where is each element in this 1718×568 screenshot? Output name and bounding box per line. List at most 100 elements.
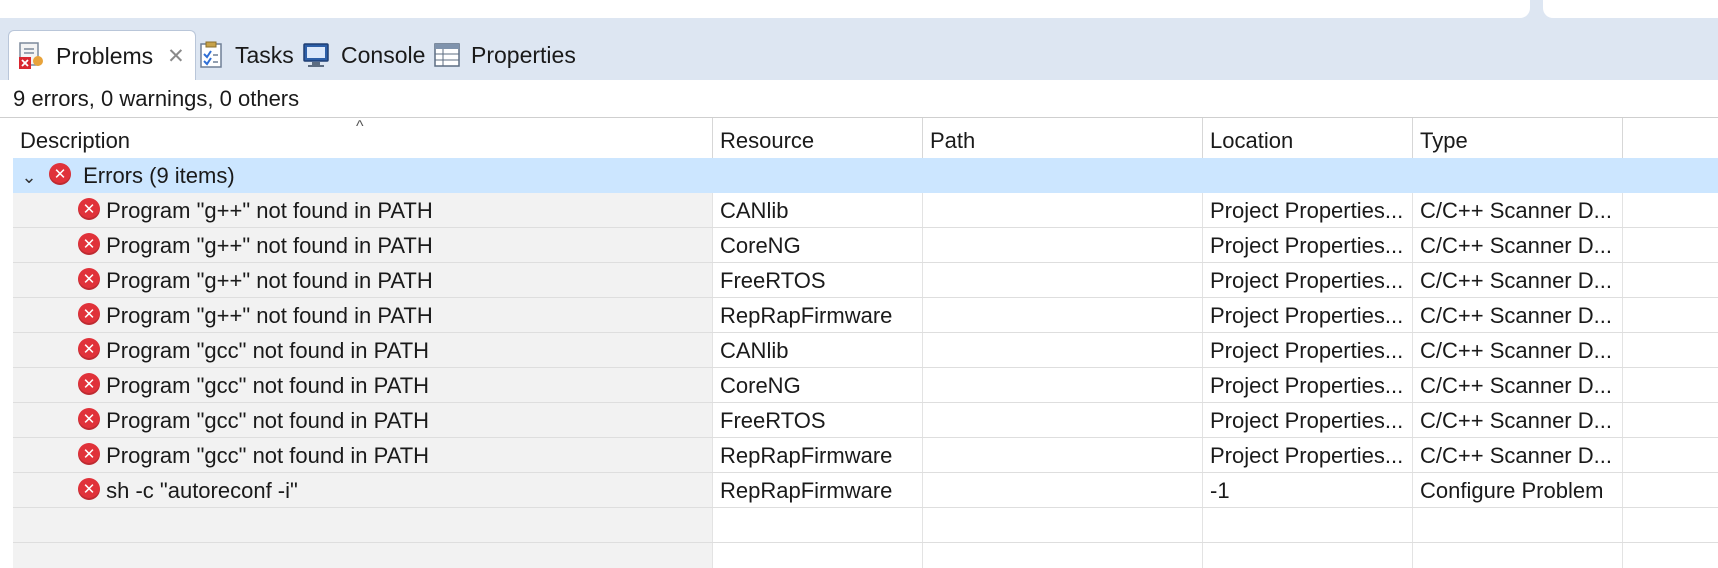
row-resource: CoreNG: [713, 368, 923, 402]
tab-properties[interactable]: Properties: [432, 30, 576, 80]
side-panel-edge: [1543, 0, 1718, 18]
row-description-cell: ✕ sh -c "autoreconf -i": [13, 473, 713, 507]
row-path: [923, 333, 1203, 367]
table-row[interactable]: ✕ Program "gcc" not found in PATH CoreNG…: [13, 368, 1718, 403]
row-filler: [1623, 193, 1718, 227]
row-filler: [1623, 228, 1718, 262]
chevron-down-icon[interactable]: ⌄: [19, 159, 39, 192]
row-type: C/C++ Scanner D...: [1413, 438, 1623, 472]
row-location: Project Properties...: [1203, 368, 1413, 402]
sort-ascending-icon: ^: [356, 118, 364, 135]
empty-cell: [1623, 543, 1718, 568]
group-row-errors[interactable]: ⌄ ✕ Errors (9 items): [13, 158, 1718, 193]
empty-cell: [13, 543, 713, 568]
error-icon: ✕: [78, 268, 100, 291]
empty-row: [13, 508, 1718, 543]
tab-problems-label: Problems: [56, 42, 154, 69]
group-row-label-cell: ⌄ ✕ Errors (9 items): [13, 158, 713, 192]
column-header-resource[interactable]: Resource: [713, 118, 923, 158]
row-path: [923, 473, 1203, 507]
tasks-icon: [196, 40, 226, 70]
table-row[interactable]: ✕ Program "g++" not found in PATH FreeRT…: [13, 263, 1718, 298]
table-row[interactable]: ✕ Program "g++" not found in PATH RepRap…: [13, 298, 1718, 333]
row-location: Project Properties...: [1203, 228, 1413, 262]
row-description: Program "gcc" not found in PATH: [106, 408, 430, 433]
row-resource: FreeRTOS: [713, 403, 923, 437]
row-description: Program "g++" not found in PATH: [106, 268, 433, 293]
error-icon: ✕: [78, 373, 100, 396]
problems-table: Description ^ Resource Path Location Typ…: [13, 118, 1718, 568]
tab-console-label: Console: [341, 41, 426, 68]
row-path: [923, 228, 1203, 262]
row-description-cell: ✕ Program "g++" not found in PATH: [13, 228, 713, 262]
group-row-filler: [1623, 158, 1718, 192]
row-location: Project Properties...: [1203, 438, 1413, 472]
row-location: Project Properties...: [1203, 403, 1413, 437]
group-row-path: [923, 158, 1203, 192]
close-icon[interactable]: ✕: [167, 44, 185, 69]
row-type: C/C++ Scanner D...: [1413, 193, 1623, 227]
row-path: [923, 368, 1203, 402]
row-description-cell: ✕ Program "g++" not found in PATH: [13, 263, 713, 297]
column-header-path-label: Path: [930, 128, 976, 153]
row-filler: [1623, 368, 1718, 402]
row-path: [923, 193, 1203, 227]
table-row[interactable]: ✕ Program "gcc" not found in PATH FreeRT…: [13, 403, 1718, 438]
table-row[interactable]: ✕ sh -c "autoreconf -i" RepRapFirmware -…: [13, 473, 1718, 508]
column-header-resource-label: Resource: [720, 128, 815, 153]
column-header-type-label: Type: [1420, 128, 1468, 153]
row-path: [923, 438, 1203, 472]
view-tab-bar: Problems ✕ Tasks Console Properties: [0, 22, 1718, 81]
tab-problems[interactable]: Problems ✕: [8, 30, 196, 81]
row-description: Program "g++" not found in PATH: [106, 303, 433, 328]
problems-icon: [17, 41, 47, 71]
row-type: C/C++ Scanner D...: [1413, 228, 1623, 262]
row-description-cell: ✕ Program "g++" not found in PATH: [13, 298, 713, 332]
row-path: [923, 298, 1203, 332]
empty-cell: [713, 508, 923, 542]
error-icon: ✕: [78, 198, 100, 221]
row-resource: RepRapFirmware: [713, 298, 923, 332]
row-resource: CANlib: [713, 333, 923, 367]
error-icon: ✕: [78, 338, 100, 361]
column-header-location-label: Location: [1210, 128, 1294, 153]
row-description: Program "gcc" not found in PATH: [106, 443, 430, 468]
tab-tasks-label: Tasks: [235, 41, 294, 68]
row-type: C/C++ Scanner D...: [1413, 333, 1623, 367]
empty-cell: [923, 543, 1203, 568]
tab-console[interactable]: Console: [302, 30, 425, 80]
row-filler: [1623, 333, 1718, 367]
row-description-cell: ✕ Program "gcc" not found in PATH: [13, 333, 713, 367]
empty-cell: [923, 508, 1203, 542]
table-header: Description ^ Resource Path Location Typ…: [13, 118, 1718, 158]
row-type: C/C++ Scanner D...: [1413, 298, 1623, 332]
tab-properties-label: Properties: [471, 41, 576, 68]
empty-cell: [1623, 508, 1718, 542]
row-description: sh -c "autoreconf -i": [106, 478, 298, 503]
column-header-type[interactable]: Type: [1413, 118, 1623, 158]
tab-tasks[interactable]: Tasks: [196, 30, 294, 80]
row-description: Program "gcc" not found in PATH: [106, 373, 430, 398]
table-row[interactable]: ✕ Program "gcc" not found in PATH RepRap…: [13, 438, 1718, 473]
row-type: C/C++ Scanner D...: [1413, 263, 1623, 297]
table-row[interactable]: ✕ Program "gcc" not found in PATH CANlib…: [13, 333, 1718, 368]
row-filler: [1623, 438, 1718, 472]
table-row[interactable]: ✕ Program "g++" not found in PATH CANlib…: [13, 193, 1718, 228]
table-row[interactable]: ✕ Program "g++" not found in PATH CoreNG…: [13, 228, 1718, 263]
row-location: Project Properties...: [1203, 263, 1413, 297]
row-filler: [1623, 473, 1718, 507]
editor-panel-edge: [0, 0, 1530, 18]
empty-cell: [1413, 543, 1623, 568]
group-row-label: Errors (9 items): [83, 163, 235, 188]
error-icon: ✕: [78, 408, 100, 431]
empty-cell: [1413, 508, 1623, 542]
row-description-cell: ✕ Program "g++" not found in PATH: [13, 193, 713, 227]
row-filler: [1623, 298, 1718, 332]
group-row-type: [1413, 158, 1623, 192]
column-header-location[interactable]: Location: [1203, 118, 1413, 158]
column-header-path[interactable]: Path: [923, 118, 1203, 158]
row-location: Project Properties...: [1203, 298, 1413, 332]
properties-icon: [432, 40, 462, 70]
row-resource: CoreNG: [713, 228, 923, 262]
row-path: [923, 403, 1203, 437]
